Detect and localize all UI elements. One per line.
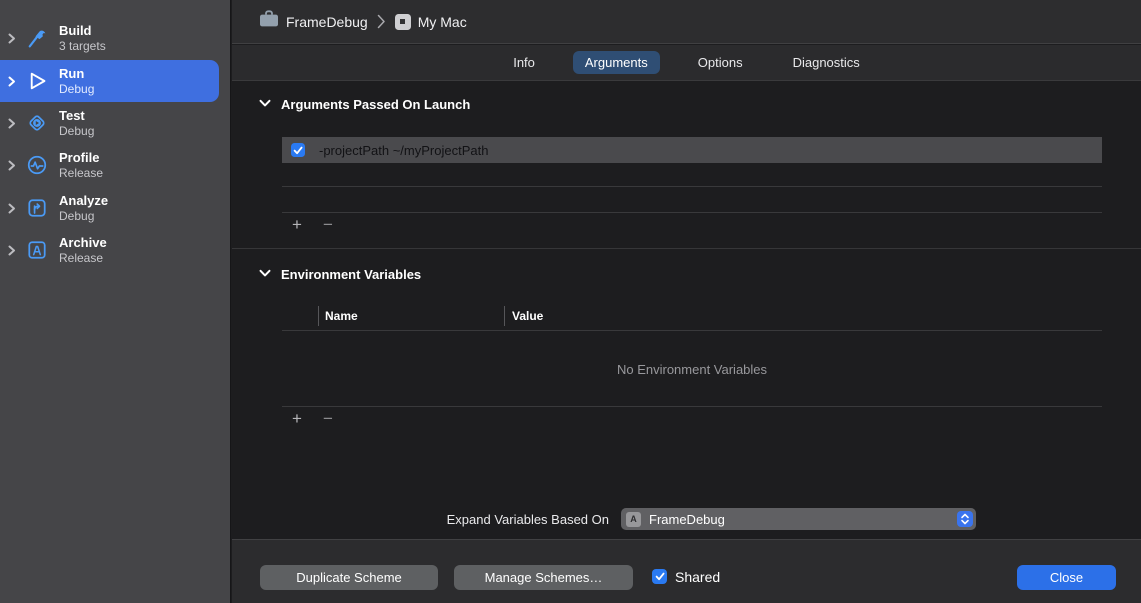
sidebar-item-build[interactable]: Build 3 targets <box>0 17 231 59</box>
analyze-icon <box>20 194 54 222</box>
sidebar-item-label: Build <box>59 23 106 39</box>
scheme-sidebar: Build 3 targets Run Debug <box>0 0 231 603</box>
popup-stepper-icon <box>957 511 973 527</box>
archive-icon <box>20 236 54 264</box>
app-icon: A <box>626 512 641 527</box>
sidebar-item-analyze[interactable]: Analyze Debug <box>0 187 231 229</box>
destination-selector[interactable]: My Mac <box>395 14 467 30</box>
column-separator <box>504 306 505 326</box>
chevron-right-icon[interactable] <box>4 33 20 44</box>
sidebar-item-subtitle: Debug <box>59 209 108 224</box>
arguments-section-header: Arguments Passed On Launch <box>259 95 470 113</box>
shared-label: Shared <box>675 569 720 585</box>
manage-schemes-button[interactable]: Manage Schemes… <box>454 565 633 590</box>
sidebar-item-subtitle: 3 targets <box>59 39 106 54</box>
remove-env-var-button[interactable]: − <box>323 411 333 427</box>
sidebar-item-test[interactable]: Test Debug <box>0 102 231 144</box>
scheme-editor-sheet: Build 3 targets Run Debug <box>0 0 1141 603</box>
test-icon <box>20 109 54 137</box>
divider <box>282 330 1102 331</box>
column-separator <box>318 306 319 326</box>
sidebar-item-run[interactable]: Run Debug <box>0 60 219 102</box>
shared-checkbox[interactable] <box>652 569 667 584</box>
argument-text: -projectPath ~/myProjectPath <box>319 143 488 158</box>
sidebar-item-profile[interactable]: Profile Release <box>0 144 231 186</box>
tab-bar: Info Arguments Options Diagnostics <box>232 45 1141 81</box>
destination-name: My Mac <box>418 14 467 30</box>
my-mac-icon <box>395 14 411 30</box>
run-play-icon <box>20 67 54 95</box>
scheme-icon <box>259 10 279 33</box>
chevron-right-icon[interactable] <box>4 160 20 171</box>
profile-icon <box>20 151 54 179</box>
divider <box>282 406 1102 407</box>
footer-bar: Duplicate Scheme Manage Schemes… Shared … <box>232 539 1141 603</box>
sidebar-item-subtitle: Release <box>59 166 103 181</box>
expand-variables-value: FrameDebug <box>649 512 725 527</box>
hammer-icon <box>20 24 54 52</box>
breadcrumb: FrameDebug My Mac <box>232 0 1141 44</box>
sidebar-item-label: Archive <box>59 235 107 251</box>
sidebar-item-archive[interactable]: Archive Release <box>0 229 231 271</box>
close-button[interactable]: Close <box>1017 565 1116 590</box>
chevron-right-icon[interactable] <box>4 245 20 256</box>
tab-info[interactable]: Info <box>501 51 547 74</box>
argument-checkbox[interactable] <box>291 143 305 157</box>
chevron-right-icon[interactable] <box>4 76 20 87</box>
argument-row[interactable]: -projectPath ~/myProjectPath <box>282 137 1102 163</box>
add-env-var-button[interactable]: + <box>292 411 302 427</box>
scheme-detail-pane: FrameDebug My Mac Info Arguments Options… <box>232 0 1141 603</box>
arguments-add-remove: + − <box>292 217 333 233</box>
env-column-name: Name <box>325 309 358 323</box>
breadcrumb-chevron-icon <box>377 14 386 29</box>
scheme-selector[interactable]: FrameDebug <box>259 10 368 33</box>
sidebar-item-subtitle: Debug <box>59 82 94 97</box>
chevron-down-icon[interactable] <box>259 95 271 113</box>
divider <box>282 212 1102 213</box>
expand-variables-popup[interactable]: A FrameDebug <box>621 508 976 530</box>
sidebar-item-subtitle: Debug <box>59 124 94 139</box>
env-column-value: Value <box>512 309 543 323</box>
env-add-remove: + − <box>292 411 333 427</box>
scheme-name: FrameDebug <box>286 14 368 30</box>
tab-options[interactable]: Options <box>686 51 755 74</box>
sidebar-item-label: Analyze <box>59 193 108 209</box>
env-section-header: Environment Variables <box>259 265 421 283</box>
tab-arguments[interactable]: Arguments <box>573 51 660 74</box>
sidebar-item-label: Run <box>59 66 94 82</box>
chevron-right-icon[interactable] <box>4 203 20 214</box>
tab-diagnostics[interactable]: Diagnostics <box>781 51 872 74</box>
chevron-down-icon[interactable] <box>259 265 271 283</box>
arguments-section-title: Arguments Passed On Launch <box>281 97 470 112</box>
chevron-right-icon[interactable] <box>4 118 20 129</box>
remove-argument-button[interactable]: − <box>323 217 333 233</box>
duplicate-scheme-button[interactable]: Duplicate Scheme <box>260 565 438 590</box>
sidebar-item-label: Profile <box>59 150 103 166</box>
sidebar-item-label: Test <box>59 108 94 124</box>
divider <box>282 186 1102 187</box>
env-section-title: Environment Variables <box>281 267 421 282</box>
section-divider <box>232 248 1141 249</box>
expand-variables-label: Expand Variables Based On <box>282 512 609 527</box>
env-empty-placeholder: No Environment Variables <box>282 362 1102 377</box>
sidebar-item-subtitle: Release <box>59 251 107 266</box>
add-argument-button[interactable]: + <box>292 217 302 233</box>
